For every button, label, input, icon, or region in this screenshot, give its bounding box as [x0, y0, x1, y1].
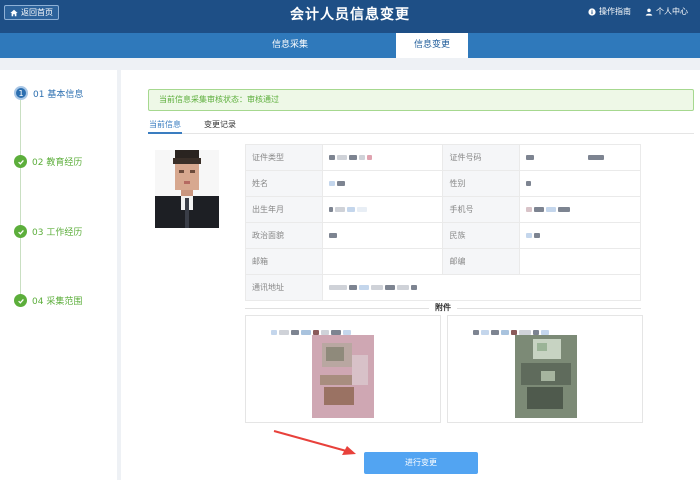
attachment-card[interactable]: [447, 315, 643, 423]
id-type-label: 证件类型: [245, 144, 323, 171]
table-row: 证件类型 证件号码: [245, 144, 641, 171]
attachment-card[interactable]: [245, 315, 441, 423]
info-subtabs: 当前信息 变更记录: [148, 118, 694, 134]
postcode-value: [519, 248, 641, 275]
attachment-image: [312, 335, 374, 418]
table-row: 出生年月 手机号: [245, 196, 641, 223]
name-value: [321, 170, 444, 197]
user-icon: [645, 8, 653, 16]
attachment-caption: [473, 322, 619, 335]
step-scope[interactable]: 04 采集范围: [14, 294, 82, 307]
id-type-value: [321, 144, 444, 171]
political-value: [321, 222, 444, 249]
avatar-image: [155, 150, 219, 228]
user-center-link[interactable]: 个人中心: [645, 6, 688, 17]
proceed-change-button[interactable]: 进行变更: [364, 452, 478, 474]
guide-link[interactable]: 操作指南: [588, 6, 631, 17]
birth-value: [321, 196, 444, 223]
red-arrow-annotation: [273, 430, 356, 455]
main-panel: 当前信息采集审核状态：审核通过 当前信息 变更记录 证件类型 证件号码 姓名 性…: [121, 70, 700, 480]
step-label: 01 基本信息: [33, 89, 84, 100]
phone-label: 手机号: [442, 196, 521, 223]
id-number-label: 证件号码: [442, 144, 521, 171]
address-label: 通讯地址: [245, 274, 323, 301]
name-label: 姓名: [245, 170, 323, 197]
phone-value: [519, 196, 641, 223]
ethnicity-label: 民族: [442, 222, 521, 249]
step-label: 04 采集范围: [32, 297, 83, 307]
tab-info-collect[interactable]: 信息采集: [230, 33, 350, 58]
id-number-value: [519, 144, 641, 171]
gender-label: 性别: [442, 170, 521, 197]
table-row: 姓名 性别: [245, 170, 641, 197]
address-value: [321, 274, 642, 301]
attachment-caption: [271, 322, 417, 335]
step-label: 02 教育经历: [32, 158, 83, 168]
step-label: 03 工作经历: [32, 228, 83, 238]
avatar: [155, 150, 219, 228]
step-basic-info[interactable]: 1 01 基本信息: [14, 86, 83, 100]
birth-label: 出生年月: [245, 196, 323, 223]
table-row: 邮箱 邮编: [245, 248, 641, 275]
main-tabbar: 信息采集 信息变更: [0, 33, 700, 58]
subtab-change-history[interactable]: 变更记录: [204, 119, 236, 130]
steps-sidebar: [0, 70, 117, 480]
review-status-alert: 当前信息采集审核状态：审核通过: [148, 89, 694, 111]
email-value: [321, 248, 444, 275]
check-icon: [14, 155, 27, 168]
gender-value: [519, 170, 641, 197]
email-label: 邮箱: [245, 248, 323, 275]
ethnicity-value: [519, 222, 641, 249]
steps-connector: [20, 91, 21, 301]
table-row: 通讯地址: [245, 274, 642, 301]
attachment-image: [515, 335, 577, 418]
check-icon: [14, 294, 27, 307]
info-icon: [588, 7, 596, 16]
basic-info-table: 证件类型 证件号码 姓名 性别 出生年月 手机号 政治面貌 民族 邮箱 邮编 通…: [245, 144, 642, 301]
check-icon: [14, 225, 27, 238]
table-row: 政治面貌 民族: [245, 222, 641, 249]
step-work[interactable]: 03 工作经历: [14, 225, 82, 238]
user-center-label: 个人中心: [656, 7, 688, 16]
guide-label: 操作指南: [599, 7, 631, 16]
tab-info-change[interactable]: 信息变更: [396, 33, 468, 58]
political-label: 政治面貌: [245, 222, 323, 249]
subtab-current-info[interactable]: 当前信息: [148, 119, 182, 134]
attachments-title: 附件: [245, 302, 641, 314]
step-number-badge: 1: [14, 86, 28, 100]
step-education[interactable]: 02 教育经历: [14, 155, 82, 168]
postcode-label: 邮编: [442, 248, 521, 275]
app-header: 返回首页 会计人员信息变更 操作指南 个人中心: [0, 0, 700, 33]
